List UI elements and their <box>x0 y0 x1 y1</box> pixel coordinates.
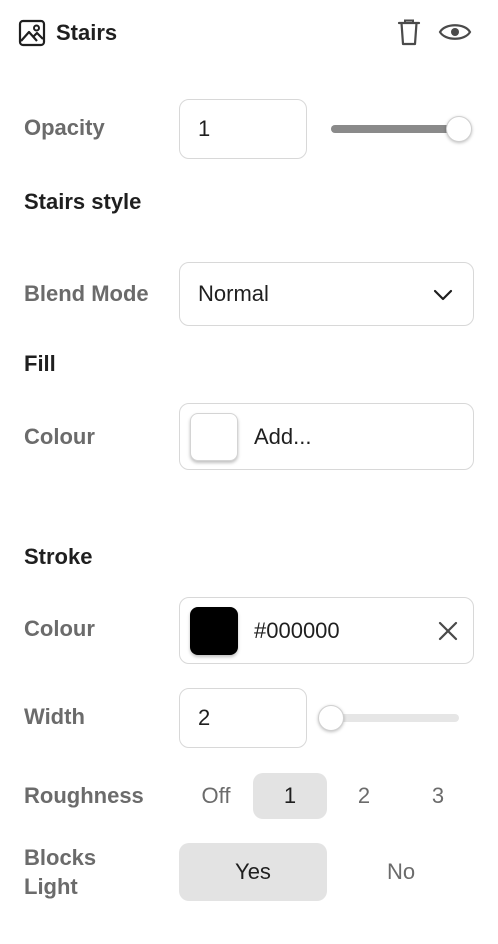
opacity-slider[interactable] <box>331 125 459 133</box>
roughness-label: Roughness <box>24 783 144 808</box>
roughness-option-2[interactable]: 2 <box>327 773 401 819</box>
blocks-light-option-no[interactable]: No <box>327 843 475 901</box>
roughness-option-3[interactable]: 3 <box>401 773 475 819</box>
stroke-colour-value: #000000 <box>254 617 340 643</box>
stroke-colour-swatch[interactable] <box>190 607 238 655</box>
trash-icon[interactable] <box>396 18 422 46</box>
opacity-slider-fill <box>331 125 459 133</box>
fill-colour-value: Add... <box>254 423 312 449</box>
fill-colour-label: Colour <box>24 424 95 449</box>
opacity-input[interactable]: 1 <box>179 99 307 159</box>
fill-colour-swatch[interactable] <box>190 413 238 461</box>
roughness-option-off[interactable]: Off <box>179 773 253 819</box>
blocks-light-label-line2: Light <box>24 874 78 899</box>
panel-title: Stairs <box>56 20 118 45</box>
opacity-label: Opacity <box>24 115 105 140</box>
opacity-slider-thumb[interactable] <box>446 116 472 142</box>
chevron-down-icon <box>433 289 453 301</box>
blend-mode-value: Normal <box>198 281 269 306</box>
blend-mode-select[interactable]: Normal <box>179 262 474 326</box>
roughness-option-1[interactable]: 1 <box>253 773 327 819</box>
blocks-light-label-line1: Blocks <box>24 845 97 870</box>
close-icon[interactable] <box>437 620 459 642</box>
blocks-light-option-yes[interactable]: Yes <box>179 843 327 901</box>
opacity-value: 1 <box>198 116 211 141</box>
stroke-width-label: Width <box>24 704 85 729</box>
stroke-section-title: Stroke <box>24 544 93 569</box>
stroke-width-value: 2 <box>198 705 211 730</box>
blend-mode-label: Blend Mode <box>24 281 149 306</box>
eye-icon[interactable] <box>438 20 472 44</box>
fill-colour-field[interactable]: Add... <box>179 403 474 470</box>
stroke-width-slider-thumb[interactable] <box>318 705 344 731</box>
stroke-width-slider[interactable] <box>331 714 459 722</box>
fill-section-title: Fill <box>24 351 56 376</box>
stroke-width-input[interactable]: 2 <box>179 688 307 748</box>
stroke-colour-field[interactable]: #000000 <box>179 597 474 664</box>
image-icon <box>18 19 46 47</box>
stroke-colour-label: Colour <box>24 616 95 641</box>
style-section-title: Stairs style <box>24 189 142 214</box>
